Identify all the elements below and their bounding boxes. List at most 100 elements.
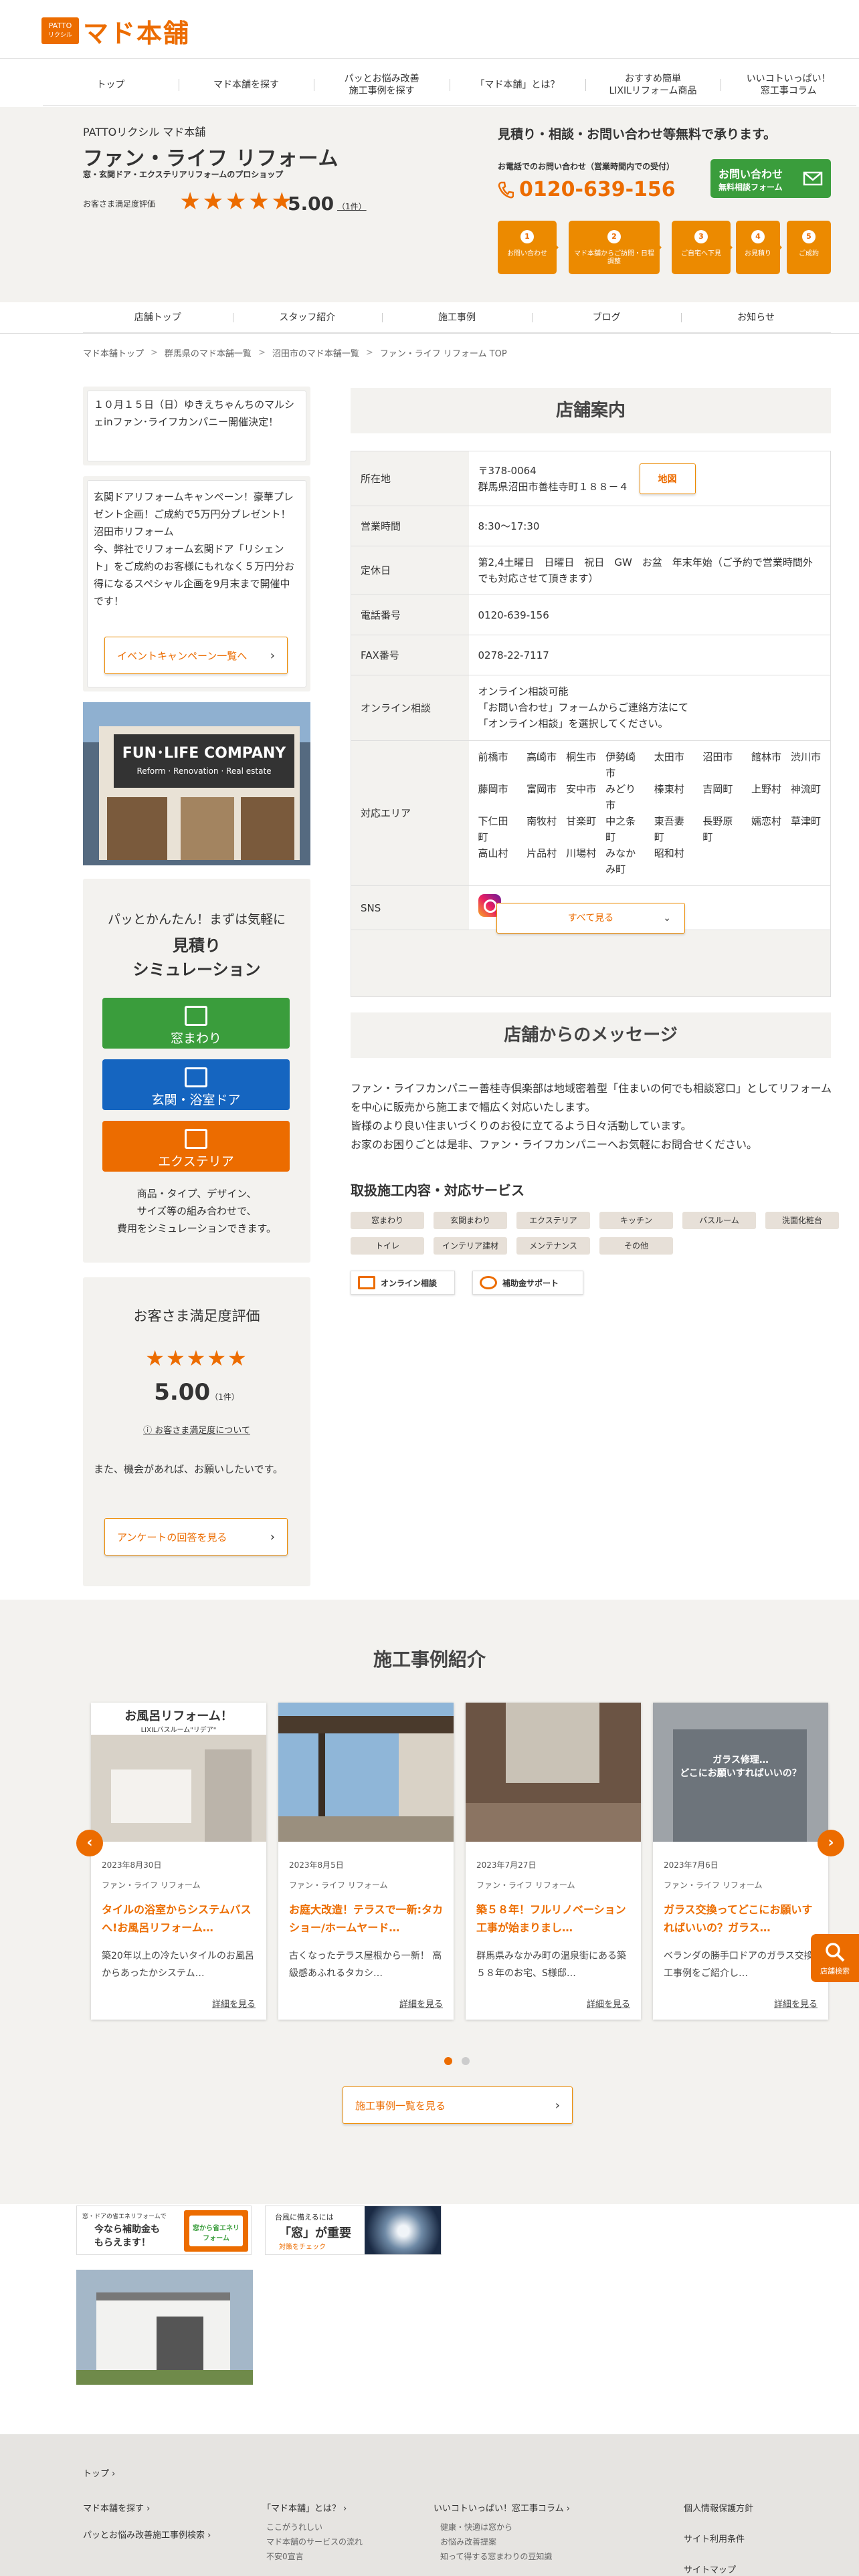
sim-button-door[interactable]: 玄関・浴室ドア bbox=[102, 1059, 290, 1110]
logo-text: マド本舗 bbox=[83, 18, 191, 48]
breadcrumb-item[interactable]: 沼田市のマド本舗一覧 bbox=[272, 346, 359, 359]
area-item: 藤岡市 bbox=[478, 783, 508, 795]
eval-stars: ★★★★★ bbox=[145, 1346, 248, 1371]
shop-name: ファン・ライフ リフォーム bbox=[83, 147, 339, 171]
case-detail-link[interactable]: 詳細を見る bbox=[399, 1997, 443, 2010]
info-row: 定休日 第2,4土曜日 日曜日 祝日 GW お盆 年末年始（ご予約で営業時間外でも… bbox=[351, 546, 831, 595]
case-detail-link[interactable]: 詳細を見る bbox=[587, 1997, 630, 2010]
shop-kicker: PATTOリクシル マド本舗 bbox=[83, 126, 206, 138]
door-icon bbox=[185, 1067, 207, 1087]
more-cell bbox=[351, 930, 831, 997]
footer-sublink[interactable]: 健康・快適は窓から bbox=[440, 2520, 552, 2535]
shop-nav-cases[interactable]: 施工事例 bbox=[382, 302, 532, 332]
area-item: 下仁田町 bbox=[478, 815, 508, 843]
shop-nav-blog[interactable]: ブログ bbox=[531, 302, 682, 332]
campaign-list-button[interactable]: イベントキャンペーン一覧へ › bbox=[104, 637, 288, 674]
area-item: 南牧村 bbox=[527, 815, 557, 827]
survey-button-label: アンケートの回答を見る bbox=[117, 1531, 227, 1543]
service-online-label: オンライン相談 bbox=[381, 1278, 438, 1288]
shop-nav-staff[interactable]: スタッフ紹介 bbox=[232, 302, 383, 332]
info-value: 0120-639-156 bbox=[468, 595, 831, 635]
case-detail-link[interactable]: 詳細を見る bbox=[212, 1997, 256, 2010]
shop-sign-sub: Reform · Renovation · Real estate bbox=[136, 766, 272, 776]
area-item: 長野原町 bbox=[702, 815, 733, 843]
gnav-item-find-shop[interactable]: マド本舗を探す bbox=[178, 64, 314, 105]
campaign-list-label: イベントキャンペーン一覧へ bbox=[117, 649, 248, 662]
footer-link[interactable]: マド本舗を探す › bbox=[83, 2501, 150, 2514]
case-detail-link[interactable]: 詳細を見る bbox=[774, 1997, 818, 2010]
shop-search-fab[interactable]: 店舗検索 bbox=[811, 1934, 859, 1982]
footer-sublink[interactable]: 不安0宣言 bbox=[266, 2549, 363, 2564]
gnav-item-about[interactable]: 「マド本舗」とは？ bbox=[450, 64, 585, 105]
footer-link-label: パッとお悩み改善施工事例検索 bbox=[83, 2531, 205, 2541]
breadcrumb-item[interactable]: マド本舗トップ bbox=[83, 346, 144, 359]
rating-count-link[interactable]: （1件） bbox=[337, 201, 367, 212]
footer-sublink[interactable]: ここがうれしい bbox=[266, 2520, 363, 2535]
window-light bbox=[506, 1703, 599, 1783]
gnav-item-top[interactable]: トップ bbox=[43, 64, 179, 105]
eval-about-link[interactable]: ⓘ お客さま満足度について bbox=[83, 1423, 310, 1436]
sim-button-exterior[interactable]: エクステリア bbox=[102, 1121, 290, 1172]
case-card[interactable]: 2023年7月27日 ファン・ライフ リフォーム 築５８年！フルリノベーション工… bbox=[466, 1703, 641, 2020]
see-all-button[interactable]: すべて見る ⌄ bbox=[496, 903, 685, 934]
contact-button-text: お問い合わせ 無料相談フォーム bbox=[719, 165, 783, 193]
map-button[interactable]: 地図 bbox=[639, 463, 696, 494]
tel-number[interactable]: 0120-639-156 bbox=[498, 178, 676, 201]
chevron-right-icon: › bbox=[555, 2098, 560, 2113]
banner-text: 対策をチェック bbox=[279, 2244, 326, 2251]
carousel-next-arrow-icon[interactable]: › bbox=[818, 1830, 844, 1856]
footer-sublinks: 健康・快適は窓から お悩み改善提案 知って得する窓まわりの豆知識 bbox=[440, 2520, 552, 2564]
gnav-item-column[interactable]: いいコトいっぱい！ 窓工事コラム bbox=[721, 64, 856, 105]
eval-value: 5.00（1件） bbox=[83, 1379, 310, 1406]
footer-sublink[interactable]: マド本舗のサービスの流れ bbox=[266, 2535, 363, 2549]
typhoon-banner[interactable]: 台風に備えるには 「窓」が重要 対策をチェック bbox=[265, 2206, 442, 2255]
footer-link[interactable]: サイトマップ bbox=[684, 2563, 736, 2575]
footer-link[interactable]: パッとお悩み改善施工事例検索 › bbox=[83, 2528, 211, 2541]
footer-link-top[interactable]: トップ › bbox=[83, 2466, 115, 2479]
banner-badge: 窓から省エネリフォーム bbox=[184, 2210, 248, 2252]
footer-link[interactable]: 個人情報保護方針 bbox=[684, 2501, 753, 2514]
area-item: 高崎市 bbox=[527, 751, 557, 763]
search-icon bbox=[826, 1943, 845, 1962]
contact-form-button[interactable]: お問い合わせ 無料相談フォーム bbox=[710, 159, 831, 198]
carousel-prev-arrow-icon[interactable]: ‹ bbox=[76, 1830, 103, 1856]
carousel-dot-active[interactable] bbox=[444, 2057, 452, 2065]
site-logo[interactable]: PATTO リクシル マド本舗 bbox=[41, 15, 205, 48]
sim-button-window[interactable]: 窓まわり bbox=[102, 998, 290, 1049]
breadcrumb-item[interactable]: 群馬県のマド本舗一覧 bbox=[165, 346, 252, 359]
footer-link[interactable]: 「マド本舗」とは？ › bbox=[262, 2501, 347, 2514]
services-heading: 取扱施工内容・対応サービス bbox=[351, 1182, 524, 1198]
breadcrumb-sep: > bbox=[258, 348, 266, 358]
survey-answer-button[interactable]: アンケートの回答を見る › bbox=[104, 1518, 288, 1555]
house-banner-photo[interactable] bbox=[76, 2270, 253, 2385]
footer-link[interactable]: サイト利用条件 bbox=[684, 2532, 745, 2545]
case-card[interactable]: 2023年8月5日 ファン・ライフ リフォーム お庭大改造！テラスで一新:タカシ… bbox=[278, 1703, 454, 2020]
case-card[interactable]: お風呂リフォーム！ LIXILバスルーム"リデア" 2023年8月30日 ファン・… bbox=[91, 1703, 266, 2020]
footer-sublink[interactable]: お悩み改善提案 bbox=[440, 2535, 552, 2549]
footer-sublink[interactable]: 知って得する窓まわりの豆知識 bbox=[440, 2549, 552, 2564]
typhoon-image bbox=[365, 2206, 441, 2254]
gnav-item-cases[interactable]: パッとお悩み改善 施工事例を探す bbox=[314, 64, 450, 105]
logo-badge-line1: PATTO bbox=[48, 21, 72, 30]
promo-text: 玄関ドアリフォームキャンペーン！豪華プレゼント企画！ご成約で5万円分プレゼント！… bbox=[94, 491, 295, 607]
shop-nav-news[interactable]: お知らせ bbox=[681, 302, 831, 332]
phone-icon bbox=[498, 181, 514, 198]
carousel-dot[interactable] bbox=[462, 2057, 470, 2065]
footer-link[interactable]: いいコトいっぱい！窓工事コラム › bbox=[434, 2501, 570, 2514]
subsidy-banner[interactable]: 窓・ドアの省エネリフォームで 今なら補助金も もらえます！ 窓から省エネリフォー… bbox=[76, 2206, 252, 2255]
info-value: 前橋市 高崎市 桐生市 伊勢崎市 太田市 沼田市 館林市 渋川市 藤岡市 富岡市 安中市 みどり市 榛東… bbox=[468, 740, 831, 886]
shop-nav-top[interactable]: 店舗トップ bbox=[83, 302, 233, 332]
footer-link-label: 「マド本舗」とは？ bbox=[262, 2504, 341, 2514]
case-date: 2023年7月27日 bbox=[476, 1860, 537, 1870]
case-list-button[interactable]: 施工事例一覧を見る › bbox=[343, 2086, 573, 2124]
gnav-item-products[interactable]: おすすめ簡単 LIXILリフォーム商品 bbox=[585, 64, 721, 105]
eval-comment: また、機会があれば、お願いしたいです。 bbox=[94, 1463, 284, 1475]
info-value: オンライン相談可能 「お問い合わせ」フォームからご連絡方法にて 「オンライン相談… bbox=[468, 675, 831, 741]
step-2: 2 マド本舗からご訪問・日程調整 bbox=[569, 221, 662, 274]
info-value: 第2,4土曜日 日曜日 祝日 GW お盆 年末年始（ご予約で営業時間外でも対応さ… bbox=[468, 546, 831, 595]
area-item: 昭和村 bbox=[654, 847, 684, 859]
cases-heading: 施工事例紹介 bbox=[373, 1648, 486, 1671]
info-key: 電話番号 bbox=[351, 595, 469, 635]
case-card[interactable]: ガラス修理… どこにお願いすればいいの？ 2023年7月6日 ファン・ライフ リ… bbox=[653, 1703, 828, 2020]
window-icon bbox=[185, 1006, 207, 1026]
